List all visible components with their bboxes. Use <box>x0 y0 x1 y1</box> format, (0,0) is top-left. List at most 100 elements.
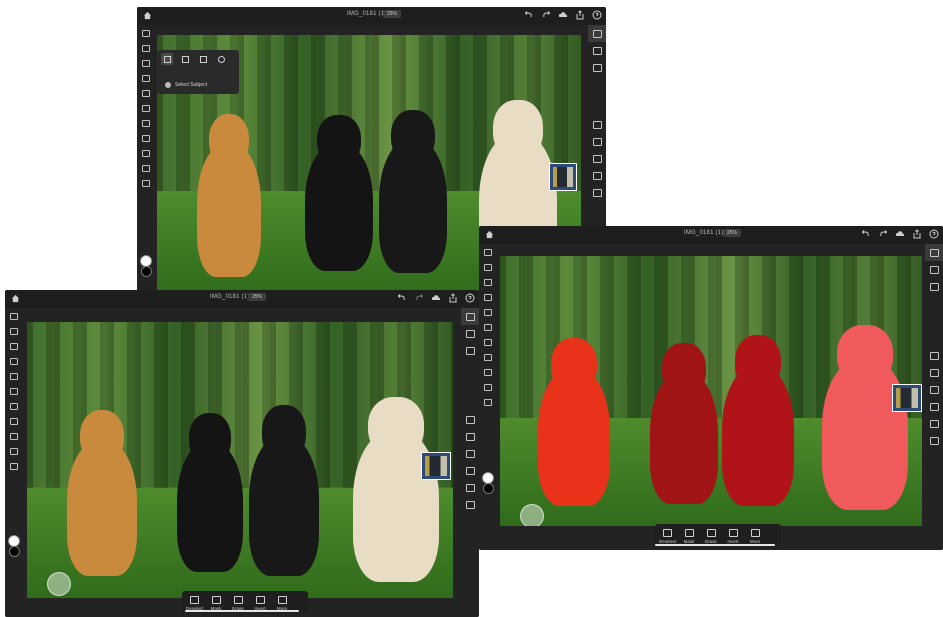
cloud-icon[interactable] <box>895 229 905 239</box>
select-subject-option[interactable]: Select Subject <box>165 82 207 88</box>
mask-layer-icon[interactable] <box>461 445 479 462</box>
mask-button[interactable]: Mask <box>681 526 697 546</box>
redo-icon[interactable] <box>878 229 888 239</box>
adjustments-icon[interactable] <box>588 59 606 76</box>
crop-tool-icon[interactable] <box>479 349 495 364</box>
rect-marquee-icon[interactable] <box>197 53 209 65</box>
cloud-icon[interactable] <box>558 10 568 20</box>
zoom-level[interactable]: 25% <box>723 229 742 237</box>
fill-tool-icon[interactable] <box>137 100 153 115</box>
type-tool-icon[interactable] <box>479 364 495 379</box>
image-tool-icon[interactable] <box>5 443 21 458</box>
type-tool-icon[interactable] <box>137 145 153 160</box>
background-color-swatch[interactable] <box>141 266 152 277</box>
lasso-tool-icon[interactable] <box>479 274 495 289</box>
adjustments-icon[interactable] <box>925 278 943 295</box>
image-canvas[interactable] <box>500 256 922 526</box>
transform-tool-icon[interactable] <box>137 40 153 55</box>
move-tool-icon[interactable] <box>5 308 21 323</box>
fill-tool-icon[interactable] <box>479 319 495 334</box>
eraser-tool-icon[interactable] <box>479 304 495 319</box>
healing-tool-icon[interactable] <box>137 115 153 130</box>
help-icon[interactable] <box>465 293 475 303</box>
eraser-tool-icon[interactable] <box>5 368 21 383</box>
undo-icon[interactable] <box>397 293 407 303</box>
background-color-swatch[interactable] <box>483 483 494 494</box>
layer-thumbnail[interactable] <box>421 452 451 480</box>
redo-icon[interactable] <box>414 293 424 303</box>
crop-tool-icon[interactable] <box>137 130 153 145</box>
add-layer-icon[interactable] <box>925 347 943 364</box>
image-tool-icon[interactable] <box>479 379 495 394</box>
layer-thumbnail[interactable] <box>892 384 922 412</box>
fx-icon[interactable] <box>588 184 606 201</box>
image-tool-icon[interactable] <box>137 160 153 175</box>
deselect-button[interactable]: Deselect <box>659 526 677 546</box>
mask-layer-icon[interactable] <box>925 381 943 398</box>
brush-tool-icon[interactable] <box>5 353 21 368</box>
visibility-icon[interactable] <box>925 364 943 381</box>
more-layers-icon[interactable] <box>461 496 479 513</box>
touch-modifier-button[interactable] <box>520 504 544 526</box>
brush-tool-icon[interactable] <box>479 289 495 304</box>
visibility-icon[interactable] <box>461 428 479 445</box>
share-icon[interactable] <box>912 229 922 239</box>
add-layer-icon[interactable] <box>588 116 606 133</box>
fx-icon[interactable] <box>925 415 943 432</box>
share-icon[interactable] <box>575 10 585 20</box>
transform-tool-icon[interactable] <box>5 323 21 338</box>
eyedropper-tool-icon[interactable] <box>479 394 495 409</box>
healing-tool-icon[interactable] <box>5 398 21 413</box>
layer-thumbnail[interactable] <box>549 163 577 191</box>
move-tool-icon[interactable] <box>479 244 495 259</box>
mask-layer-icon[interactable] <box>588 150 606 167</box>
share-icon[interactable] <box>448 293 458 303</box>
brush-tool-icon[interactable] <box>137 70 153 85</box>
home-icon[interactable] <box>11 294 20 303</box>
layers-icon[interactable] <box>461 308 479 325</box>
layer-properties-icon[interactable] <box>588 42 606 59</box>
type-tool-icon[interactable] <box>5 428 21 443</box>
move-tool-icon[interactable] <box>137 25 153 40</box>
healing-tool-icon[interactable] <box>479 334 495 349</box>
eyedropper-tool-icon[interactable] <box>137 175 153 190</box>
redo-icon[interactable] <box>541 10 551 20</box>
layers-icon[interactable] <box>588 25 606 42</box>
add-layer-icon[interactable] <box>461 411 479 428</box>
crop-tool-icon[interactable] <box>5 413 21 428</box>
background-color-swatch[interactable] <box>9 546 20 557</box>
clip-icon[interactable] <box>461 462 479 479</box>
undo-icon[interactable] <box>861 229 871 239</box>
adjustments-icon[interactable] <box>461 342 479 359</box>
clip-icon[interactable] <box>925 398 943 415</box>
layer-properties-icon[interactable] <box>925 261 943 278</box>
fill-tool-icon[interactable] <box>5 383 21 398</box>
help-icon[interactable] <box>929 229 939 239</box>
fx-icon[interactable] <box>461 479 479 496</box>
help-icon[interactable] <box>592 10 602 20</box>
eyedropper-tool-icon[interactable] <box>5 458 21 473</box>
ellipse-marquee-icon[interactable] <box>215 53 227 65</box>
transform-tool-icon[interactable] <box>479 259 495 274</box>
select-subject-icon[interactable] <box>161 53 173 65</box>
erase-button[interactable]: Erase <box>703 526 719 546</box>
more-layers-icon[interactable] <box>925 432 943 449</box>
invert-button[interactable]: Invert <box>725 526 741 546</box>
layer-properties-icon[interactable] <box>461 325 479 342</box>
lasso-tool-icon[interactable] <box>5 338 21 353</box>
eraser-tool-icon[interactable] <box>137 85 153 100</box>
zoom-level[interactable]: 25% <box>383 10 402 18</box>
lasso-tool-icon[interactable] <box>137 55 153 70</box>
layers-icon[interactable] <box>925 244 943 261</box>
undo-icon[interactable] <box>524 10 534 20</box>
cloud-icon[interactable] <box>431 293 441 303</box>
home-icon[interactable] <box>143 11 152 20</box>
more-button[interactable]: More <box>747 526 763 546</box>
zoom-level[interactable]: 25% <box>248 293 267 301</box>
image-canvas[interactable] <box>27 322 453 598</box>
touch-modifier-button[interactable] <box>47 572 71 596</box>
quick-select-brush-icon[interactable] <box>179 53 191 65</box>
visibility-icon[interactable] <box>588 133 606 150</box>
clip-icon[interactable] <box>588 167 606 184</box>
home-icon[interactable] <box>485 230 494 239</box>
